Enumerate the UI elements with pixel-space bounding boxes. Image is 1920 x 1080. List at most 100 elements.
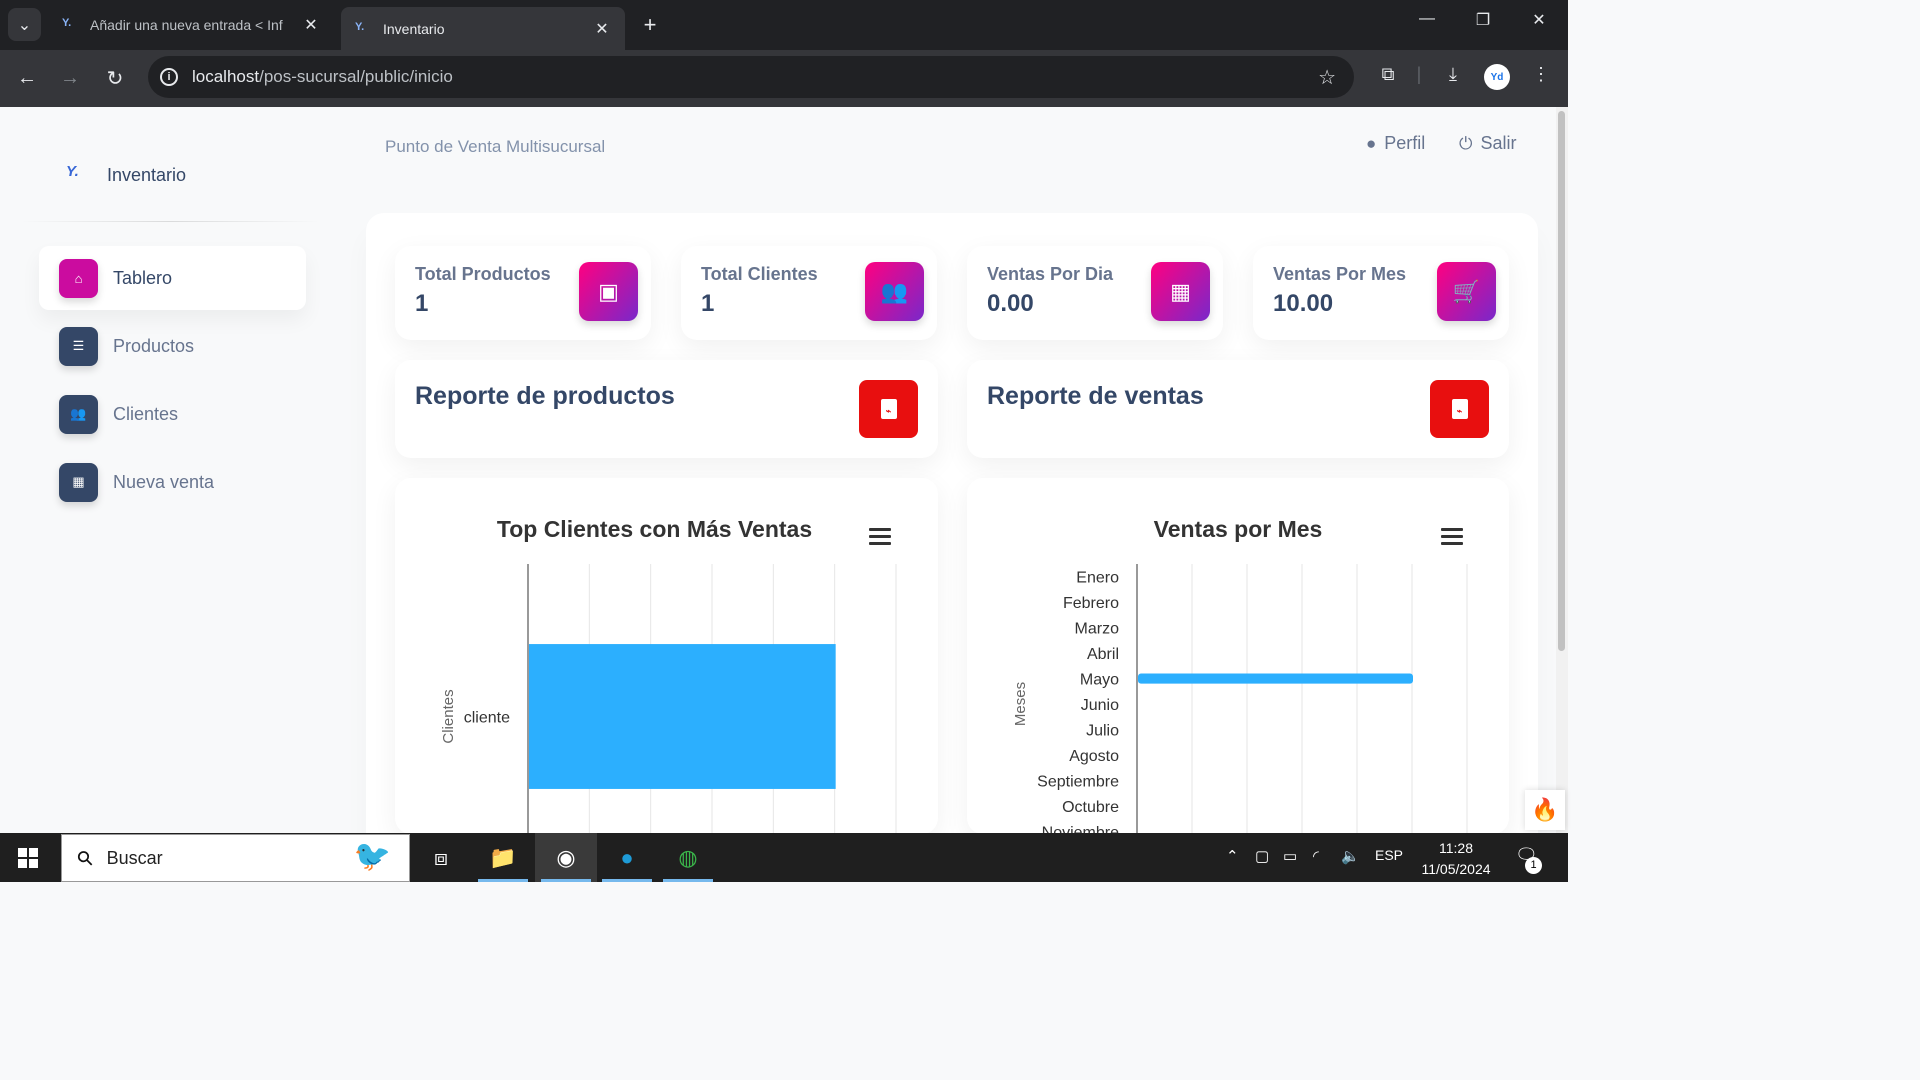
category-label: Febrero [1063, 595, 1119, 612]
blue-app-icon[interactable]: ● [596, 833, 658, 882]
site-favicon-icon: Y. [62, 17, 72, 29]
y-axis-title: Meses [1012, 682, 1029, 726]
browser-tab-bar: ⌄ Y. Añadir una nueva entrada < Inf ✕ Y.… [0, 0, 1568, 50]
pdf-icon: ⌁ [880, 399, 897, 419]
home-icon: ⌂ [59, 258, 98, 298]
sidebar-item-tablero[interactable]: ⌂ Tablero [39, 246, 306, 310]
category-label: Abril [1087, 646, 1119, 663]
category-label: Junio [1081, 697, 1119, 714]
close-window-icon[interactable]: ✕ [1524, 10, 1554, 30]
minimize-icon[interactable]: — [1412, 10, 1442, 28]
stat-label: Ventas Por Dia [987, 264, 1114, 284]
meet-now-icon[interactable]: ▢ [1255, 847, 1269, 865]
logout-label: Salir [1480, 133, 1517, 153]
category-label: Agosto [1069, 748, 1119, 765]
stat-label: Total Productos [415, 264, 551, 284]
sidebar-item-label: Clientes [113, 403, 179, 424]
forward-arrow-icon[interactable]: → [56, 64, 84, 92]
sidebar-item-clientes[interactable]: 👥 Clientes [39, 382, 306, 446]
user-icon: ● [1366, 133, 1377, 153]
sidebar-item-nueva-venta[interactable]: ▦ Nueva venta [39, 450, 306, 514]
stat-value: 1 [701, 290, 715, 317]
calendar-icon: ▦ [59, 462, 98, 502]
chart-card-top-clientes: Top Clientes con Más Ventas cliente Clien… [395, 478, 938, 834]
stat-card-total-clientes: Total Clientes 1 👥 [681, 246, 937, 340]
bookmark-star-icon[interactable]: ☆ [1318, 65, 1336, 90]
stat-card-ventas-dia: Ventas Por Dia 0.00 ▦ [967, 246, 1223, 340]
profile-label: Perfil [1384, 133, 1426, 153]
stat-value: 0.00 [987, 290, 1034, 317]
browser-tab-2[interactable]: Y. Inventario ✕ [341, 7, 625, 50]
back-arrow-icon[interactable]: ← [13, 64, 41, 92]
search-placeholder: Buscar [106, 847, 163, 868]
close-tab-icon[interactable]: ✕ [593, 19, 611, 39]
download-icon[interactable]: ⤓ [1439, 64, 1467, 85]
windows-start-icon[interactable] [18, 848, 38, 868]
restore-icon[interactable]: ❐ [1468, 10, 1498, 30]
chrome-icon[interactable]: ◉ [535, 833, 597, 882]
brand-logo: Y. [66, 163, 79, 180]
wifi-icon[interactable]: ◜ [1313, 847, 1319, 865]
category-label: Octubre [1062, 799, 1119, 816]
box-icon: ▣ [579, 262, 638, 321]
category-label: cliente [464, 710, 510, 727]
report-card-productos: Reporte de productos ⌁ [395, 360, 938, 458]
show-hidden-icons-icon[interactable]: ⌃ [1226, 847, 1239, 865]
taskbar-search[interactable]: ⚲ Buscar 🐦 [61, 834, 410, 882]
site-info-icon[interactable]: i [160, 68, 178, 86]
site-favicon-icon: Y. [355, 20, 365, 33]
extensions-icon[interactable]: ⧉ [1374, 64, 1402, 85]
notification-icon[interactable]: 🗨 1 [1515, 845, 1542, 874]
sidebar-item-label: Productos [113, 335, 195, 356]
sidebar-brand[interactable]: Y. Inventario [66, 163, 186, 187]
tab-title: Inventario [383, 20, 445, 37]
search-icon: ⚲ [72, 845, 99, 872]
url-text: localhost/pos-sucursal/public/inicio [192, 67, 453, 86]
users-icon: 👥 [865, 262, 924, 321]
chart-ventas-mes: Enero Febrero Marzo Abril Mayo Junio Julio Agos… [1012, 564, 1468, 834]
tab-title: Añadir una nueva entrada < Inf [90, 17, 283, 33]
stat-label: Ventas Por Mes [1273, 264, 1407, 284]
new-tab-button[interactable]: + [636, 11, 664, 39]
clock-time: 11:28 [1439, 840, 1473, 856]
task-view-icon[interactable]: ⧈ [410, 833, 472, 882]
bar [529, 644, 836, 789]
close-tab-icon[interactable]: ✕ [302, 15, 320, 35]
system-clock[interactable]: 11:28 11/05/2024 [1410, 838, 1502, 880]
browser-tab-1[interactable]: Y. Añadir una nueva entrada < Inf ✕ [48, 7, 334, 43]
heidisql-icon[interactable]: ◍ [657, 833, 719, 882]
notification-count: 1 [1525, 857, 1542, 874]
calendar-icon: ▦ [1151, 262, 1210, 321]
battery-icon[interactable]: ▭ [1283, 847, 1297, 865]
bar [1138, 673, 1413, 684]
category-label: Enero [1076, 570, 1119, 587]
reload-icon[interactable]: ↻ [101, 64, 129, 92]
page-scrollbar[interactable] [1556, 107, 1568, 833]
chevron-down-icon: ⌄ [17, 16, 32, 34]
profile-link[interactable]: ● Perfil [1366, 133, 1425, 154]
bird-search-highlight-icon: 🐦 [353, 840, 391, 873]
volume-icon[interactable]: 🔈 [1341, 847, 1360, 865]
pdf-icon: ⌁ [1451, 399, 1468, 419]
stat-value: 10.00 [1273, 290, 1334, 317]
scrollbar-thumb[interactable] [1558, 111, 1565, 651]
tab-search-button[interactable]: ⌄ [8, 8, 41, 41]
category-label: Mayo [1080, 672, 1119, 689]
menu-kebab-icon[interactable]: ⋮ [1527, 64, 1555, 85]
logout-link[interactable]: ⏻ Salir [1459, 133, 1516, 154]
browser-toolbar: ← → ↻ i localhost/pos-sucursal/public/in… [0, 50, 1568, 107]
pdf-report-button[interactable]: ⌁ [1430, 380, 1489, 438]
address-bar[interactable]: i localhost/pos-sucursal/public/inicio ☆ [148, 56, 1354, 98]
language-indicator[interactable]: ESP [1375, 847, 1403, 863]
stat-label: Total Clientes [701, 264, 818, 284]
list-icon: ☰ [59, 326, 98, 366]
pdf-report-button[interactable]: ⌁ [859, 380, 918, 438]
report-title: Reporte de ventas [987, 382, 1204, 410]
sidebar-item-label: Tablero [113, 267, 173, 288]
profile-avatar[interactable]: Yd [1484, 64, 1510, 90]
stat-card-total-productos: Total Productos 1 ▣ [395, 246, 651, 340]
fire-icon[interactable]: 🔥 [1525, 790, 1565, 830]
file-explorer-icon[interactable]: 📁 [472, 833, 534, 882]
clock-date: 11/05/2024 [1421, 861, 1491, 877]
sidebar-item-productos[interactable]: ☰ Productos [39, 314, 306, 378]
